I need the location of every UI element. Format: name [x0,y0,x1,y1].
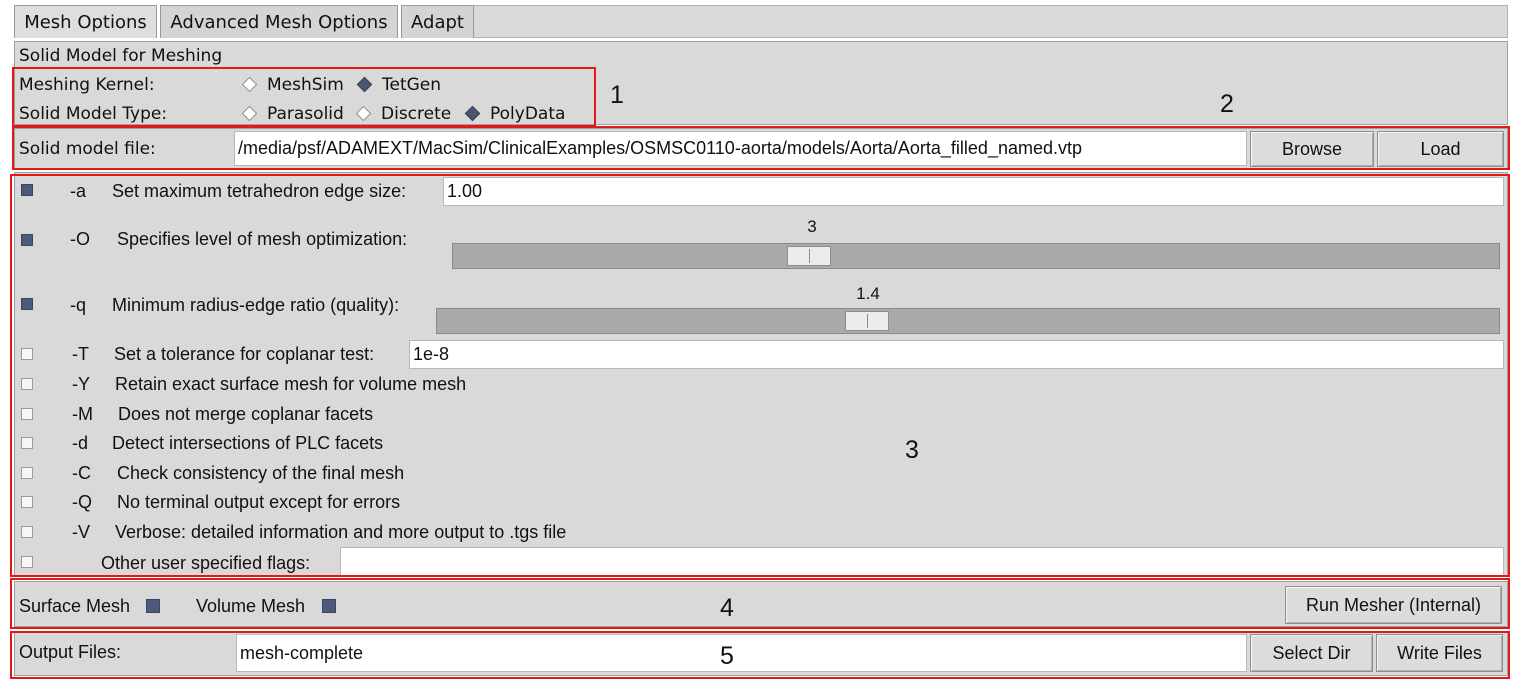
option-d-flag: -d [72,433,89,453]
option-M-checkbox[interactable] [21,408,33,420]
write-files-button[interactable]: Write Files [1376,634,1503,672]
option-O-flag: -O [70,229,90,249]
option-Q-checkbox[interactable] [21,496,33,508]
parasolid-label: Parasolid [267,104,344,124]
option-q-flag: -q [70,295,87,315]
option-T-label: Set a tolerance for coplanar test: [114,344,375,364]
tetgen-label: TetGen [382,75,442,95]
annotation-1: 1 [610,81,624,109]
load-button[interactable]: Load [1377,131,1504,167]
option-a-label: Set maximum tetrahedron edge size: [112,181,407,201]
option-V-label: Verbose: detailed information and more o… [115,522,567,542]
solid-model-file-input[interactable]: /media/psf/ADAMEXT/MacSim/ClinicalExampl… [234,131,1247,166]
solid-model-type-label: Solid Model Type: [19,104,168,124]
surface-mesh-label: Surface Mesh [19,596,131,616]
tab-advanced-mesh-options[interactable]: Advanced Mesh Options [160,5,398,38]
option-V-checkbox[interactable] [21,526,33,538]
option-O-checkbox[interactable] [21,234,33,246]
option-q-label: Minimum radius-edge ratio (quality): [112,295,400,315]
optimization-slider-thumb[interactable] [787,246,831,266]
option-V-flag: -V [72,522,90,542]
annotation-2: 2 [1220,90,1234,118]
output-files-input[interactable]: mesh-complete [236,634,1247,672]
other-flags-label: Other user specified flags: [101,553,311,573]
output-files-label: Output Files: [19,642,122,662]
option-T-checkbox[interactable] [21,348,33,360]
coplanar-tolerance-input[interactable]: 1e-8 [409,340,1504,369]
option-Y-label: Retain exact surface mesh for volume mes… [115,374,467,394]
annotation-4: 4 [720,594,734,622]
volume-mesh-checkbox[interactable] [322,599,336,613]
surface-mesh-checkbox[interactable] [146,599,160,613]
optimization-level-slider[interactable] [452,243,1500,269]
select-dir-button[interactable]: Select Dir [1250,634,1373,672]
option-C-label: Check consistency of the final mesh [117,463,405,483]
section-title: Solid Model for Meshing [19,46,223,66]
meshing-kernel-label: Meshing Kernel: [19,75,155,95]
solid-model-file-label: Solid model file: [19,139,156,159]
meshsim-label: MeshSim [267,75,344,95]
option-d-checkbox[interactable] [21,437,33,449]
option-q-checkbox[interactable] [21,298,33,310]
annotation-3: 3 [905,436,919,464]
option-M-flag: -M [72,404,93,424]
option-Y-checkbox[interactable] [21,378,33,390]
discrete-label: Discrete [381,104,452,124]
browse-button[interactable]: Browse [1250,131,1374,167]
tab-mesh-options[interactable]: Mesh Options [14,5,157,38]
option-Q-flag: -Q [72,492,92,512]
volume-mesh-label: Volume Mesh [196,596,306,616]
option-a-flag: -a [70,181,87,201]
option-Y-flag: -Y [72,374,90,394]
option-a-checkbox[interactable] [21,184,33,196]
quality-slider-thumb[interactable] [845,311,889,331]
option-T-flag: -T [72,344,89,364]
other-flags-checkbox[interactable] [21,556,33,568]
optimization-level-value: 3 [807,217,817,236]
option-M-label: Does not merge coplanar facets [118,404,374,424]
tab-adapt[interactable]: Adapt [401,5,474,38]
quality-ratio-slider[interactable] [436,308,1500,334]
option-Q-label: No terminal output except for errors [117,492,401,512]
max-edge-size-input[interactable]: 1.00 [443,177,1504,206]
other-flags-input[interactable] [340,547,1504,577]
option-C-checkbox[interactable] [21,467,33,479]
solid-model-panel [14,41,1508,125]
option-O-label: Specifies level of mesh optimization: [117,229,408,249]
quality-ratio-value: 1.4 [856,284,880,303]
run-mesher-button[interactable]: Run Mesher (Internal) [1285,586,1502,624]
polydata-label: PolyData [490,104,566,124]
tab-bar-filler [474,5,1508,38]
annotation-5: 5 [720,642,734,670]
option-d-label: Detect intersections of PLC facets [112,433,384,453]
option-C-flag: -C [72,463,91,483]
